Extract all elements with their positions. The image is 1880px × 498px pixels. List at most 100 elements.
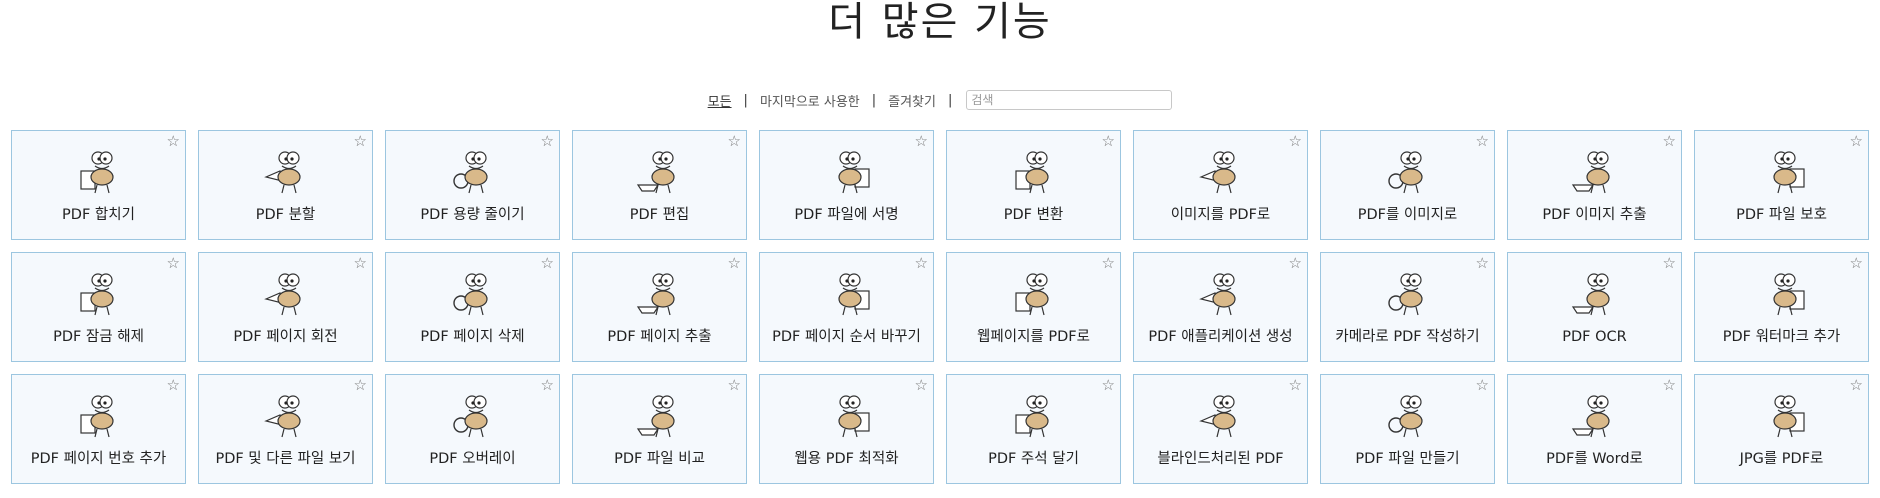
favorite-star-icon[interactable]: ☆ <box>1850 256 1863 271</box>
pdf-to-image-icon <box>1380 141 1436 195</box>
tool-tile[interactable]: ☆ PDF 페이지 번호 추가 <box>11 374 186 484</box>
tool-tile[interactable]: ☆ PDF OCR <box>1507 252 1682 362</box>
favorite-star-icon[interactable]: ☆ <box>541 378 554 393</box>
rotate-pages-icon <box>258 263 314 317</box>
tool-label: PDF 합치기 <box>62 207 135 223</box>
tool-tile[interactable]: ☆ PDF 파일 비교 <box>572 374 747 484</box>
tool-label: 웹용 PDF 최적화 <box>794 451 899 467</box>
favorite-star-icon[interactable]: ☆ <box>167 256 180 271</box>
pdf-to-word-icon <box>1567 385 1623 439</box>
separator: | <box>947 92 953 108</box>
filter-recent-link[interactable]: 마지막으로 사용한 <box>760 91 860 110</box>
tool-tile[interactable]: ☆ PDF 잠금 해제 <box>11 252 186 362</box>
tool-label: PDF 분할 <box>255 207 316 223</box>
image-to-pdf-icon <box>1193 141 1249 195</box>
tool-tile[interactable]: ☆ PDF 용량 줄이기 <box>385 130 560 240</box>
tool-tile[interactable]: ☆ PDF 파일 만들기 <box>1320 374 1495 484</box>
favorite-star-icon[interactable]: ☆ <box>1476 134 1489 149</box>
favorite-star-icon[interactable]: ☆ <box>1476 256 1489 271</box>
favorite-star-icon[interactable]: ☆ <box>167 378 180 393</box>
favorite-star-icon[interactable]: ☆ <box>541 256 554 271</box>
favorite-star-icon[interactable]: ☆ <box>915 256 928 271</box>
tool-label: PDF 페이지 순서 바꾸기 <box>772 329 921 345</box>
tool-tile[interactable]: ☆ PDF 파일 보호 <box>1694 130 1869 240</box>
favorite-star-icon[interactable]: ☆ <box>354 256 367 271</box>
tool-tile[interactable]: ☆ PDF 페이지 삭제 <box>385 252 560 362</box>
favorite-star-icon[interactable]: ☆ <box>1663 378 1676 393</box>
favorite-star-icon[interactable]: ☆ <box>1289 378 1302 393</box>
tool-label: PDF 이미지 추출 <box>1542 207 1647 223</box>
tool-tile[interactable]: ☆ 블라인드처리된 PDF <box>1133 374 1308 484</box>
tool-label: PDF 파일에 서명 <box>794 207 899 223</box>
favorite-star-icon[interactable]: ☆ <box>1663 256 1676 271</box>
tool-label: PDF OCR <box>1562 329 1627 345</box>
extract-pages-icon <box>632 263 688 317</box>
favorite-star-icon[interactable]: ☆ <box>915 378 928 393</box>
tool-tile[interactable]: ☆ 이미지를 PDF로 <box>1133 130 1308 240</box>
tool-label: PDF 애플리케이션 생성 <box>1148 329 1293 345</box>
tool-tile[interactable]: ☆ JPG를 PDF로 <box>1694 374 1869 484</box>
favorite-star-icon[interactable]: ☆ <box>541 134 554 149</box>
tool-label: PDF를 이미지로 <box>1357 207 1458 223</box>
favorite-star-icon[interactable]: ☆ <box>354 378 367 393</box>
tool-tile[interactable]: ☆ PDF 애플리케이션 생성 <box>1133 252 1308 362</box>
favorite-star-icon[interactable]: ☆ <box>728 378 741 393</box>
tool-tile[interactable]: ☆ PDF 합치기 <box>11 130 186 240</box>
favorite-star-icon[interactable]: ☆ <box>1289 256 1302 271</box>
annotate-pdf-icon <box>1006 385 1062 439</box>
tool-tile[interactable]: ☆ PDF를 Word로 <box>1507 374 1682 484</box>
favorite-star-icon[interactable]: ☆ <box>915 134 928 149</box>
favorite-star-icon[interactable]: ☆ <box>1663 134 1676 149</box>
filter-all-link[interactable]: 모든 <box>708 91 732 110</box>
tool-label: JPG를 PDF로 <box>1739 451 1824 467</box>
tool-tile[interactable]: ☆ PDF 분할 <box>198 130 373 240</box>
favorite-star-icon[interactable]: ☆ <box>1850 134 1863 149</box>
tool-tile[interactable]: ☆ 웹용 PDF 최적화 <box>759 374 934 484</box>
favorite-star-icon[interactable]: ☆ <box>1102 256 1115 271</box>
compare-pdf-icon <box>632 385 688 439</box>
tool-tile[interactable]: ☆ PDF 이미지 추출 <box>1507 130 1682 240</box>
tool-tile[interactable]: ☆ 카메라로 PDF 작성하기 <box>1320 252 1495 362</box>
create-pdf-icon <box>1380 385 1436 439</box>
tool-tile[interactable]: ☆ PDF 변환 <box>946 130 1121 240</box>
tool-label: PDF 잠금 해제 <box>53 329 144 345</box>
favorite-star-icon[interactable]: ☆ <box>728 134 741 149</box>
page-numbers-icon <box>71 385 127 439</box>
favorite-star-icon[interactable]: ☆ <box>728 256 741 271</box>
favorite-star-icon[interactable]: ☆ <box>1850 378 1863 393</box>
unlock-pdf-icon <box>71 263 127 317</box>
favorite-star-icon[interactable]: ☆ <box>1102 134 1115 149</box>
tool-tile[interactable]: ☆ PDF 페이지 순서 바꾸기 <box>759 252 934 362</box>
favorite-star-icon[interactable]: ☆ <box>167 134 180 149</box>
separator: | <box>871 92 877 108</box>
tool-tile[interactable]: ☆ PDF 페이지 회전 <box>198 252 373 362</box>
tool-tile[interactable]: ☆ PDF를 이미지로 <box>1320 130 1495 240</box>
merge-pdf-icon <box>71 141 127 195</box>
favorite-star-icon[interactable]: ☆ <box>354 134 367 149</box>
tool-tile[interactable]: ☆ PDF 페이지 추출 <box>572 252 747 362</box>
tool-tile[interactable]: ☆ PDF 파일에 서명 <box>759 130 934 240</box>
delete-pages-icon <box>445 263 501 317</box>
tool-tile[interactable]: ☆ PDF 편집 <box>572 130 747 240</box>
tool-tile[interactable]: ☆ PDF 오버레이 <box>385 374 560 484</box>
view-files-icon <box>258 385 314 439</box>
favorite-star-icon[interactable]: ☆ <box>1289 134 1302 149</box>
tool-tile[interactable]: ☆ PDF 주석 달기 <box>946 374 1121 484</box>
tool-label: PDF 변환 <box>1003 207 1064 223</box>
tool-tile[interactable]: ☆ PDF 및 다른 파일 보기 <box>198 374 373 484</box>
watermark-icon <box>1754 263 1810 317</box>
separator: | <box>743 92 748 108</box>
favorite-star-icon[interactable]: ☆ <box>1476 378 1489 393</box>
protect-pdf-icon <box>1754 141 1810 195</box>
extract-images-icon <box>1567 141 1623 195</box>
favorite-star-icon[interactable]: ☆ <box>1102 378 1115 393</box>
tool-label: PDF 파일 비교 <box>614 451 705 467</box>
tool-tile[interactable]: ☆ PDF 워터마크 추가 <box>1694 252 1869 362</box>
tool-label: PDF 페이지 추출 <box>607 329 712 345</box>
filter-favorites-link[interactable]: 즐겨찾기 <box>888 91 936 110</box>
tool-tile[interactable]: ☆ 웹페이지를 PDF로 <box>946 252 1121 362</box>
tool-label: 카메라로 PDF 작성하기 <box>1335 329 1480 345</box>
camera-pdf-icon <box>1380 263 1436 317</box>
search-input[interactable] <box>966 90 1173 110</box>
tool-label: PDF 파일 만들기 <box>1355 451 1460 467</box>
